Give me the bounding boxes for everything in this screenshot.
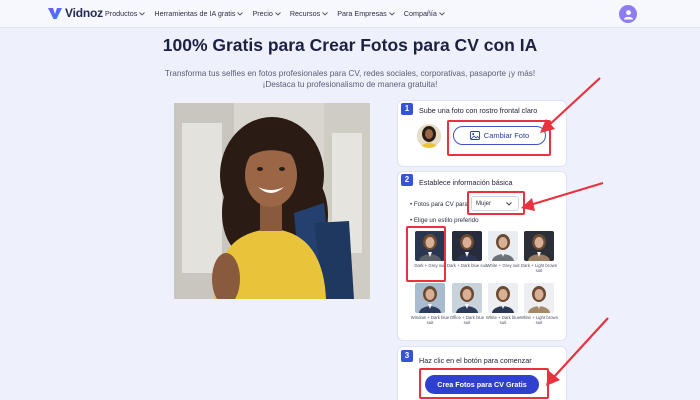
- style-caption: Window + Dark blue suit: [410, 315, 450, 325]
- style-thumbnail: [488, 283, 518, 313]
- chevron-down-icon: [388, 11, 395, 16]
- style-thumbnail: [524, 231, 554, 261]
- style-thumbnail: [488, 231, 518, 261]
- user-icon: [623, 9, 633, 19]
- style-option[interactable]: Dark + Light brown suit: [521, 231, 557, 276]
- step-3-title: Haz clic en el botón para comenzar: [419, 356, 532, 365]
- vidnoz-logo[interactable]: Vidnoz: [48, 6, 103, 20]
- page-title: 100% Gratis para Crear Fotos para CV con…: [162, 35, 538, 55]
- user-avatar[interactable]: [619, 5, 637, 23]
- style-thumbnail: [452, 231, 482, 261]
- menu-label: Precio: [252, 9, 273, 18]
- style-label-text: Elige un estilo preferido: [413, 217, 479, 224]
- step-2-badge: 2: [401, 174, 413, 186]
- step-2-title: Establece información básica: [419, 178, 513, 187]
- chevron-down-icon: [439, 11, 445, 16]
- chevron-down-icon: [139, 11, 146, 16]
- portrait-image: [174, 103, 370, 299]
- style-thumbnail: [524, 283, 554, 313]
- highlight-change-photo: [447, 120, 551, 156]
- menu-label: Compañía: [403, 9, 437, 18]
- vidnoz-logo-icon: [48, 7, 62, 19]
- style-thumbnail: [415, 283, 445, 313]
- logo-text: Vidnoz: [65, 6, 103, 20]
- sample-portrait-photo: [174, 103, 370, 299]
- step-1-badge: 1: [401, 103, 413, 115]
- thumbnail-image: [417, 124, 441, 148]
- menu-compania[interactable]: Compañía: [404, 9, 445, 18]
- highlight-selected-style: [406, 226, 446, 282]
- style-option[interactable]: White + Light brown suit: [520, 283, 558, 328]
- chevron-down-icon: [237, 11, 244, 16]
- highlight-create-button: [419, 368, 549, 399]
- top-navbar: Vidnoz Productos Herramientas de IA grat…: [0, 0, 700, 28]
- style-option[interactable]: Window + Dark blue suit: [411, 283, 449, 328]
- uploaded-photo-thumbnail: [417, 124, 441, 148]
- style-option[interactable]: Dark + Dark blue suit: [447, 231, 487, 276]
- main-menu: Productos Herramientas de IA gratis Prec…: [105, 9, 454, 18]
- gender-label: • Fotos para CV para: [410, 201, 468, 208]
- chevron-down-icon: [275, 11, 281, 16]
- menu-productos[interactable]: Productos: [105, 9, 146, 18]
- style-caption: White + Light brown suit: [519, 315, 559, 325]
- style-caption: Dark + Light brown suit: [520, 263, 558, 273]
- menu-label: Productos: [105, 9, 138, 18]
- chevron-down-icon: [322, 11, 329, 16]
- menu-label: Recursos: [289, 9, 321, 18]
- page-subtitle: Transforma tus selfies en fotos profesio…: [164, 69, 536, 89]
- menu-precio[interactable]: Precio: [252, 9, 281, 18]
- style-option[interactable]: White + Grey suit: [486, 231, 520, 276]
- style-label: • Elige un estilo preferido: [410, 217, 479, 224]
- highlight-gender-select: [467, 191, 525, 215]
- gender-label-text: Fotos para CV para: [413, 201, 468, 208]
- step-1-title: Sube una foto con rostro frontal claro: [419, 106, 538, 115]
- style-option[interactable]: White + Dark blue suit: [486, 283, 520, 328]
- step-3-badge: 3: [401, 350, 413, 362]
- menu-empresas[interactable]: Para Empresas: [337, 9, 395, 18]
- style-option[interactable]: Office + Dark blue suit: [450, 283, 484, 328]
- menu-herramientas[interactable]: Herramientas de IA gratis: [154, 9, 244, 18]
- menu-recursos[interactable]: Recursos: [289, 9, 329, 18]
- style-thumbnail: [452, 283, 482, 313]
- menu-label: Para Empresas: [337, 9, 387, 18]
- menu-label: Herramientas de IA gratis: [154, 9, 236, 18]
